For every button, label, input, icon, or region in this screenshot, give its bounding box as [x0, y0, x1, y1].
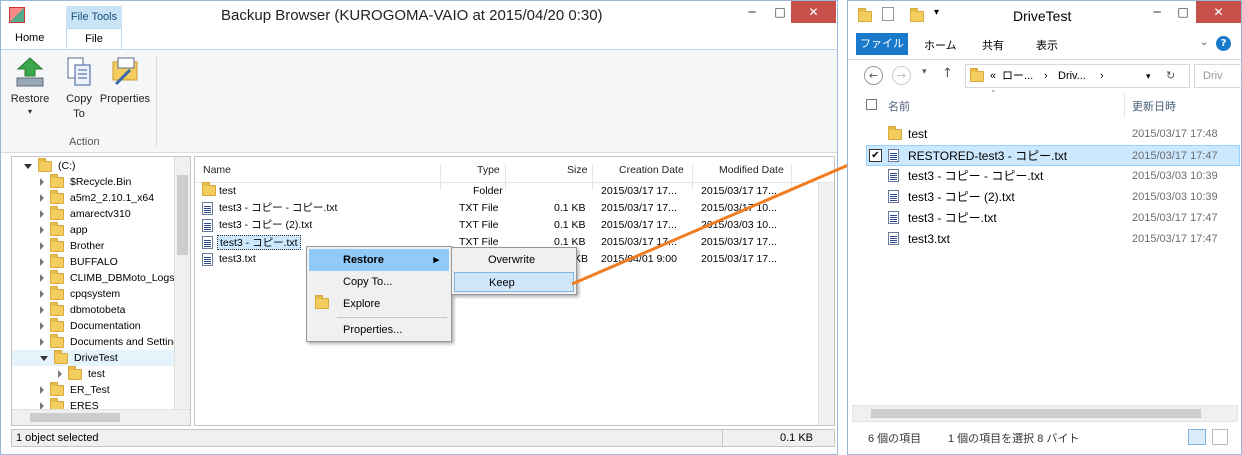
modified-date: 2015/03/17 17:47 — [1132, 212, 1218, 224]
window-title: DriveTest — [1013, 8, 1072, 24]
address-overflow[interactable]: « — [990, 65, 996, 87]
modified-date: 2015/03/03 10:39 — [1132, 170, 1218, 182]
file-name: test3 - コピー - コピー.txt — [908, 169, 1044, 183]
large-icons-view-icon[interactable] — [1212, 429, 1228, 445]
list-item-selected[interactable]: ✔ RESTORED-test3 - コピー.txt 2015/03/17 17… — [866, 145, 1240, 166]
tab-home[interactable]: ホーム — [924, 37, 957, 53]
recent-locations-icon[interactable]: ▾ — [922, 67, 927, 77]
address-segment[interactable]: Driv... — [1058, 65, 1086, 87]
minimize-button[interactable]: ─ — [1144, 1, 1170, 23]
expand-ribbon-icon[interactable]: ⌄ — [1200, 37, 1208, 48]
forward-icon[interactable]: → — [892, 66, 911, 85]
list-item[interactable]: test3 - コピー.txt 2015/03/17 17:47 — [868, 208, 1240, 229]
scroll-thumb[interactable] — [871, 409, 1201, 418]
column-divider[interactable] — [1124, 93, 1125, 117]
tab-view[interactable]: 表示 — [1036, 37, 1058, 53]
file-name: RESTORED-test3 - コピー.txt — [908, 149, 1068, 163]
list-item[interactable]: test3 - コピー (2).txt 2015/03/03 10:39 — [868, 187, 1240, 208]
tab-share[interactable]: 共有 — [982, 37, 1004, 53]
text-file-icon — [888, 169, 899, 182]
modified-date: 2015/03/03 10:39 — [1132, 191, 1218, 203]
select-all-checkbox[interactable] — [866, 99, 877, 110]
address-segment[interactable]: ロー... — [1002, 65, 1033, 87]
row-checkbox-checked[interactable]: ✔ — [869, 149, 882, 162]
title-bar: ▾ DriveTest ─ □ ✕ — [848, 1, 1241, 31]
address-bar[interactable]: « ロー... › Driv... › ▾ ↻ — [965, 64, 1190, 88]
ribbon-tabs: ファイル ホーム 共有 表示 ⌄ ? — [848, 33, 1241, 57]
address-separator-icon[interactable]: › — [1100, 65, 1104, 87]
horizontal-scrollbar[interactable] — [852, 405, 1238, 422]
file-name: test3 - コピー.txt — [908, 211, 997, 225]
help-icon[interactable]: ? — [1216, 36, 1231, 51]
properties-quick-icon[interactable] — [882, 7, 894, 21]
search-box[interactable]: Driv — [1194, 64, 1242, 88]
text-file-icon — [888, 149, 899, 162]
text-file-icon — [888, 232, 899, 245]
details-view-icon[interactable] — [1188, 429, 1206, 445]
file-name: test — [908, 127, 928, 141]
list-item[interactable]: test 2015/03/17 17:48 — [868, 124, 1240, 145]
file-name: test3 - コピー (2).txt — [908, 190, 1015, 204]
modified-date: 2015/03/17 17:48 — [1132, 128, 1218, 140]
modified-date: 2015/03/17 17:47 — [1132, 150, 1218, 162]
item-count: 6 個の項目 — [868, 433, 922, 445]
sort-ascending-icon: ⌃ — [990, 89, 997, 98]
column-header-modified[interactable]: 更新日時 — [1132, 98, 1176, 114]
quick-access-dropdown-icon[interactable]: ▾ — [934, 7, 939, 18]
file-name: test3.txt — [908, 232, 951, 246]
close-button[interactable]: ✕ — [1196, 1, 1241, 23]
text-file-icon — [888, 211, 899, 224]
text-file-icon — [888, 190, 899, 203]
folder-icon — [888, 126, 902, 140]
status-bar: 6 個の項目 1 個の項目を選択 8 バイト — [848, 425, 1241, 453]
address-separator-icon[interactable]: › — [1044, 65, 1048, 87]
new-folder-icon[interactable] — [910, 8, 924, 22]
up-icon[interactable]: ↑ — [942, 66, 953, 81]
list-item[interactable]: test3 - コピー - コピー.txt 2015/03/03 10:39 — [868, 166, 1240, 187]
address-dropdown-icon[interactable]: ▾ — [1146, 65, 1151, 87]
drivetest-explorer-window: ▾ DriveTest ─ □ ✕ ファイル ホーム 共有 表示 ⌄ ? ← →… — [847, 0, 1242, 455]
column-header-name[interactable]: 名前 — [888, 98, 910, 114]
folder-icon — [970, 68, 984, 82]
maximize-button[interactable]: □ — [1170, 1, 1196, 23]
refresh-icon[interactable]: ↻ — [1166, 65, 1175, 87]
selection-info: 1 個の項目を選択 8 バイト — [948, 433, 1080, 445]
address-toolbar: ← → ▾ ↑ « ロー... › Driv... › ▾ ↻ Driv — [848, 59, 1242, 91]
back-icon[interactable]: ← — [864, 66, 883, 85]
folder-icon — [858, 8, 872, 22]
list-item[interactable]: test3.txt 2015/03/17 17:47 — [868, 229, 1240, 250]
modified-date: 2015/03/17 17:47 — [1132, 233, 1218, 245]
tab-file[interactable]: ファイル — [856, 33, 908, 55]
